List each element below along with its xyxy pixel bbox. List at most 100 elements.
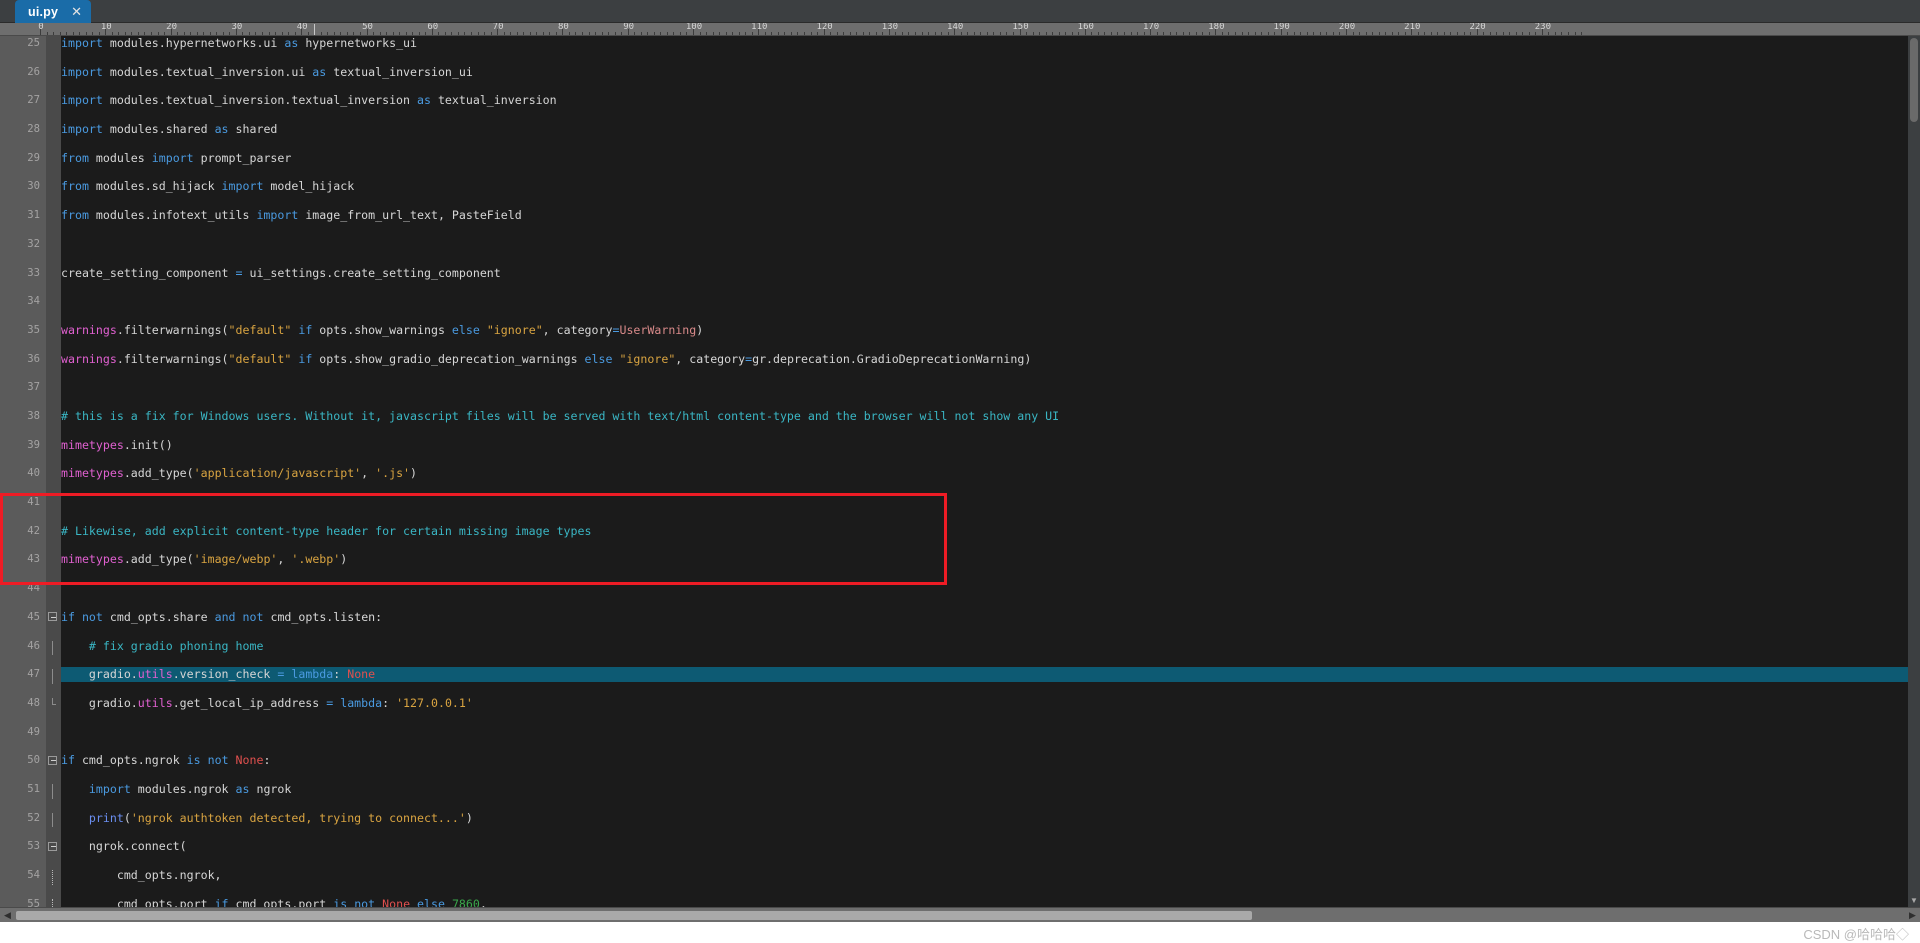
fold-marker[interactable] <box>47 812 58 828</box>
code-line[interactable]: 31 from modules.infotext_utils import ima… <box>0 208 1908 222</box>
code-line-text: create_setting_component = ui_settings.c… <box>61 266 501 280</box>
code-token: as <box>417 93 431 108</box>
code-token: mimetypes <box>61 437 124 452</box>
code-line[interactable]: 48 gradio.utils.get_local_ip_address = l… <box>0 696 1908 710</box>
ruler-ticks: 0 10 20 30 40 50 60 70 80 90 100 110 120 130 140 150 160… <box>0 23 1920 35</box>
line-number: 27 <box>27 94 40 107</box>
code-token: modules.sd_hijack <box>88 179 222 194</box>
code-token: import <box>151 150 194 165</box>
code-line[interactable]: 44 <box>0 581 1908 595</box>
line-number: 54 <box>27 869 40 882</box>
line-number: 55 <box>27 897 40 907</box>
ruler-number: 20 <box>166 23 178 32</box>
code-line[interactable]: 46 # fix gradio phoning home <box>0 639 1908 656</box>
line-number: 36 <box>27 352 40 365</box>
ruler-number: 170 <box>1142 23 1160 32</box>
ruler-number: 50 <box>362 23 373 32</box>
code-line[interactable]: 35 warnings.filterwarnings("default" if o… <box>0 323 1908 337</box>
code-line[interactable]: 29 from modules import prompt_parser <box>0 151 1908 165</box>
line-number: 31 <box>27 209 40 222</box>
code-line[interactable]: 42 # Likewise, add explicit content-type … <box>0 524 1908 538</box>
code-token: None <box>235 753 264 768</box>
code-line[interactable]: 39 mimetypes.init() <box>0 438 1908 452</box>
editor-window: ui.py ✕ 0 10 20 30 40 50 60 70 80 90 100 110 120 130 1… <box>0 0 1920 943</box>
code-token: ) <box>410 466 418 481</box>
vertical-scrollbar[interactable]: ▲ ▼ <box>1908 36 1920 907</box>
code-line[interactable]: 41 <box>0 495 1908 509</box>
code-line[interactable]: 55 cmd_opts.port if cmd_opts.port is not… <box>0 897 1908 907</box>
code-token: mimetypes <box>61 552 124 567</box>
code-line[interactable]: 53 ngrok.connect( <box>0 839 1908 853</box>
code-line[interactable]: 27 import modules.textual_inversion.textu… <box>0 93 1908 107</box>
code-line[interactable]: 36 warnings.filterwarnings("default" if o… <box>0 352 1908 366</box>
fold-marker[interactable] <box>47 870 58 885</box>
code-line[interactable]: 26 import modules.textual_inversion.ui as… <box>0 65 1908 79</box>
code-line[interactable]: 37 <box>0 380 1908 394</box>
code-content[interactable]: 25 import modules.hypernetworks.ui as hyp… <box>0 36 1908 907</box>
code-token: from <box>61 150 89 165</box>
horizontal-scrollbar[interactable]: ◀ ▶ <box>0 907 1920 922</box>
code-line[interactable]: 38 # this is a fix for Windows users. Wit… <box>0 409 1908 423</box>
code-line[interactable]: 47 gradio.utils.version_check = lambda: … <box>27 667 1908 684</box>
fold-marker[interactable] <box>47 899 58 907</box>
fold-marker[interactable] <box>47 669 58 684</box>
code-token: not <box>242 609 264 624</box>
code-token: .get_local_ip_address <box>172 695 327 710</box>
ruler-number: 190 <box>1273 23 1290 32</box>
line-number: 48 <box>27 696 40 709</box>
code-line[interactable]: 33 create_setting_component = ui_settings… <box>0 266 1908 280</box>
code-token: UserWarning <box>619 322 697 337</box>
fold-marker[interactable] <box>47 698 58 708</box>
code-line[interactable]: 54 cmd_opts.ngrok, <box>0 868 1908 885</box>
scroll-down-icon[interactable]: ▼ <box>1908 895 1920 907</box>
vertical-scrollbar-thumb[interactable] <box>1910 38 1918 122</box>
code-token: modules.textual_inversion.textual_invers… <box>102 93 417 108</box>
code-token: modules.hypernetworks.ui <box>102 36 285 50</box>
code-token: , category <box>675 351 746 366</box>
code-line[interactable]: 51 import modules.ngrok as ngrok <box>0 782 1908 799</box>
code-token: ngrok.connect( <box>61 839 187 854</box>
code-line[interactable]: 43 mimetypes.add_type('image/webp', '.web… <box>0 552 1908 566</box>
ruler-number: 150 <box>1012 23 1029 32</box>
scroll-left-icon[interactable]: ◀ <box>1 909 14 922</box>
code-token: if <box>298 322 313 337</box>
fold-marker[interactable] <box>47 841 58 852</box>
tab-label: ui.py <box>28 4 59 19</box>
code-line[interactable]: 40 mimetypes.add_type('application/javasc… <box>0 466 1908 480</box>
code-line[interactable]: 52 print('ngrok authtoken detected, tryi… <box>0 810 1908 828</box>
fold-marker[interactable] <box>47 612 58 622</box>
scroll-right-icon[interactable]: ▶ <box>1906 909 1919 922</box>
code-token: gr.deprecation.GradioDeprecationWarning) <box>752 351 1032 366</box>
tab-ui-py[interactable]: ui.py ✕ <box>15 0 92 23</box>
horizontal-scrollbar-thumb[interactable] <box>16 911 1252 920</box>
close-icon[interactable]: ✕ <box>71 5 82 18</box>
code-line[interactable]: 49 <box>0 725 1908 739</box>
fold-marker[interactable] <box>47 755 58 766</box>
code-line[interactable]: 32 <box>0 237 1908 251</box>
code-token: "ignore" <box>486 322 543 337</box>
fold-marker[interactable] <box>47 640 58 656</box>
line-number: 44 <box>27 582 40 595</box>
ruler-number: 90 <box>623 23 635 32</box>
code-line[interactable]: 45 if not cmd_opts.share and not cmd_opts… <box>0 610 1908 624</box>
code-line-text: mimetypes.add_type('image/webp', '.webp'… <box>61 552 347 566</box>
code-token: # this is a fix for Windows users. Witho… <box>61 409 1060 424</box>
code-token: as <box>312 64 327 79</box>
code-token: print <box>88 810 124 825</box>
code-line[interactable]: 30 from modules.sd_hijack import model_hi… <box>0 179 1908 193</box>
code-line[interactable]: 50 if cmd_opts.ngrok is not None: <box>0 753 1908 767</box>
code-token: '127.0.0.1' <box>396 695 473 710</box>
code-token: shared <box>228 122 278 137</box>
code-editor[interactable]: 25 import modules.hypernetworks.ui as hyp… <box>0 36 1920 907</box>
line-number: 45 <box>27 610 40 623</box>
fold-marker[interactable] <box>47 784 58 799</box>
code-line[interactable]: 28 import modules.shared as shared <box>0 122 1908 136</box>
code-token: else <box>584 351 613 366</box>
code-line[interactable]: 25 import modules.hypernetworks.ui as hyp… <box>0 36 1908 50</box>
code-line[interactable]: 34 <box>0 294 1908 308</box>
line-number: 37 <box>27 381 40 394</box>
